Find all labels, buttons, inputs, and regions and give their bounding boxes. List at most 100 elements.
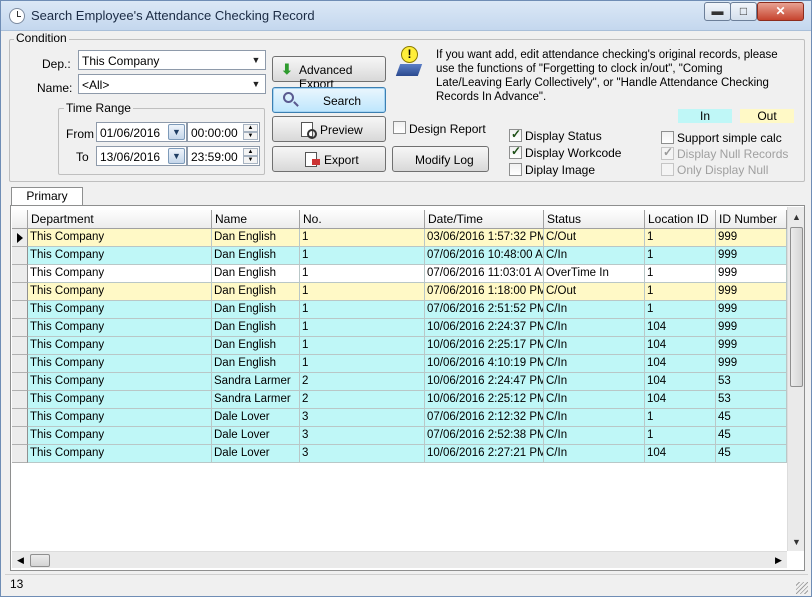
table-cell[interactable]: 104 — [645, 355, 716, 373]
row-indicator[interactable] — [12, 337, 28, 355]
spin-up-icon[interactable]: ▲ — [243, 148, 258, 156]
row-indicator[interactable] — [12, 319, 28, 337]
table-cell[interactable]: 999 — [716, 301, 787, 319]
table-cell[interactable]: 07/06/2016 2:52:38 PM — [425, 427, 544, 445]
to-time-field[interactable]: 23:59:00 ▲ ▼ — [187, 146, 260, 166]
table-cell[interactable]: 999 — [716, 247, 787, 265]
advanced-export-button[interactable]: ⬇ Advanced Export — [272, 56, 386, 91]
row-indicator[interactable] — [12, 373, 28, 391]
column-header[interactable]: Status — [544, 210, 645, 229]
table-cell[interactable]: Dan English — [212, 337, 300, 355]
support-simple-calc-checkbox[interactable] — [661, 131, 674, 144]
table-cell[interactable]: C/In — [544, 427, 645, 445]
from-time-field[interactable]: 00:00:00 ▲ ▼ — [187, 122, 260, 142]
table-cell[interactable]: C/Out — [544, 229, 645, 247]
table-cell[interactable]: 1 — [300, 337, 425, 355]
table-cell[interactable]: 104 — [645, 373, 716, 391]
table-cell[interactable]: 53 — [716, 373, 787, 391]
display-status-checkbox[interactable] — [509, 127, 522, 142]
column-header[interactable]: Department — [28, 210, 212, 229]
table-cell[interactable]: 3 — [300, 427, 425, 445]
table-cell[interactable]: This Company — [28, 337, 212, 355]
table-cell[interactable]: 1 — [300, 247, 425, 265]
table-cell[interactable]: 45 — [716, 409, 787, 427]
table-cell[interactable]: C/Out — [544, 283, 645, 301]
design-report-checkbox[interactable] — [393, 121, 406, 134]
horizontal-scrollbar[interactable]: ◀ ▶ — [12, 551, 787, 568]
table-cell[interactable]: 104 — [645, 445, 716, 463]
column-header[interactable]: Name — [212, 210, 300, 229]
table-cell[interactable]: 1 — [300, 229, 425, 247]
table-cell[interactable]: 999 — [716, 337, 787, 355]
resize-grip-icon[interactable] — [796, 582, 808, 594]
tab-primary-logs[interactable]: Primary Logs — [11, 187, 83, 220]
table-cell[interactable]: Dale Lover — [212, 427, 300, 445]
table-row[interactable]: This Company Dan English 1 07/06/2016 2:51:… — [12, 301, 787, 319]
to-time-spinner[interactable]: ▲ ▼ — [243, 148, 258, 164]
to-date-picker[interactable]: 13/06/2016 ▼ — [96, 146, 187, 166]
table-cell[interactable]: OverTime In — [544, 265, 645, 283]
close-button[interactable]: ✕ — [757, 2, 804, 21]
column-header[interactable]: Date/Time — [425, 210, 544, 229]
table-cell[interactable]: 1 — [300, 301, 425, 319]
spin-down-icon[interactable]: ▼ — [243, 156, 258, 164]
table-cell[interactable]: 07/06/2016 11:03:01 AM — [425, 265, 544, 283]
table-cell[interactable]: 999 — [716, 355, 787, 373]
calendar-dropdown-icon[interactable]: ▼ — [168, 148, 185, 164]
table-cell[interactable]: 53 — [716, 391, 787, 409]
scroll-down-icon[interactable]: ▼ — [788, 534, 805, 551]
table-cell[interactable]: 1 — [645, 229, 716, 247]
table-cell[interactable]: 10/06/2016 2:27:21 PM — [425, 445, 544, 463]
table-cell[interactable]: 104 — [645, 319, 716, 337]
table-row[interactable]: This Company Dale Lover 3 07/06/2016 2:52:3… — [12, 427, 787, 445]
row-indicator[interactable] — [12, 427, 28, 445]
table-cell[interactable]: 1 — [645, 265, 716, 283]
table-cell[interactable]: 10/06/2016 2:24:37 PM — [425, 319, 544, 337]
table-cell[interactable]: 999 — [716, 229, 787, 247]
scroll-up-icon[interactable]: ▲ — [788, 209, 805, 226]
scroll-left-icon[interactable]: ◀ — [12, 552, 29, 569]
table-cell[interactable]: 10/06/2016 2:24:47 PM — [425, 373, 544, 391]
column-header[interactable]: Location ID — [645, 210, 716, 229]
table-cell[interactable]: This Company — [28, 301, 212, 319]
calendar-dropdown-icon[interactable]: ▼ — [168, 124, 185, 140]
table-cell[interactable]: 10/06/2016 2:25:17 PM — [425, 337, 544, 355]
export-button[interactable]: Export — [272, 146, 386, 172]
table-cell[interactable]: 10/06/2016 2:25:12 PM — [425, 391, 544, 409]
table-cell[interactable]: 07/06/2016 1:18:00 PM — [425, 283, 544, 301]
vertical-scroll-thumb[interactable] — [790, 227, 803, 387]
table-row[interactable]: This Company Sandra Larmer 2 10/06/2016 2:2… — [12, 373, 787, 391]
table-cell[interactable]: Sandra Larmer — [212, 391, 300, 409]
dep-combobox[interactable]: This Company ▼ — [78, 50, 266, 70]
display-image-checkbox[interactable] — [509, 163, 522, 176]
table-cell[interactable]: Dan English — [212, 247, 300, 265]
name-combobox[interactable]: <All> ▼ — [78, 74, 266, 94]
table-cell[interactable]: This Company — [28, 427, 212, 445]
table-row[interactable]: This Company Dan English 1 07/06/2016 1:18:… — [12, 283, 787, 301]
table-cell[interactable]: 999 — [716, 265, 787, 283]
table-cell[interactable]: 03/06/2016 1:57:32 PM — [425, 229, 544, 247]
table-cell[interactable]: 1 — [300, 319, 425, 337]
display-workcode-checkbox[interactable] — [509, 144, 522, 159]
table-cell[interactable]: This Company — [28, 229, 212, 247]
table-cell[interactable]: Dan English — [212, 301, 300, 319]
table-cell[interactable]: 1 — [300, 265, 425, 283]
table-cell[interactable]: Dan English — [212, 229, 300, 247]
row-indicator[interactable] — [12, 445, 28, 463]
table-cell[interactable]: C/In — [544, 373, 645, 391]
table-cell[interactable]: 1 — [645, 427, 716, 445]
row-indicator[interactable] — [12, 355, 28, 373]
table-cell[interactable]: C/In — [544, 445, 645, 463]
table-cell[interactable]: C/In — [544, 247, 645, 265]
table-cell[interactable]: 2 — [300, 373, 425, 391]
from-date-picker[interactable]: 01/06/2016 ▼ — [96, 122, 187, 142]
table-row[interactable]: This Company Dan English 1 07/06/2016 11:03… — [12, 265, 787, 283]
maximize-button[interactable]: □ — [730, 2, 757, 21]
table-cell[interactable]: 45 — [716, 445, 787, 463]
table-cell[interactable]: 45 — [716, 427, 787, 445]
table-cell[interactable]: 999 — [716, 283, 787, 301]
row-indicator[interactable] — [12, 391, 28, 409]
table-row[interactable]: This Company Dale Lover 3 10/06/2016 2:27:2… — [12, 445, 787, 463]
table-cell[interactable]: This Company — [28, 355, 212, 373]
row-indicator[interactable] — [12, 283, 28, 301]
